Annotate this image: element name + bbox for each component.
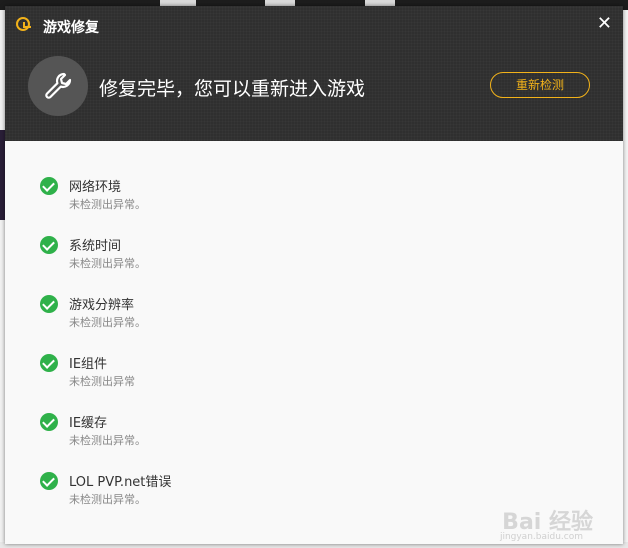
game-logo-icon [16,17,31,31]
check-item-status: 未检测出异常。 [69,198,146,211]
recheck-button[interactable]: 重新检测 [490,72,590,98]
check-item-status: 未检测出异常 [69,375,135,388]
check-item-name: 系统时间 [69,239,122,254]
dialog-header: 游戏修复 ✕ 修复完毕，您可以重新进入游戏 重新检测 [5,6,623,141]
dialog-title: 游戏修复 [43,20,99,36]
check-item-status: 未检测出异常。 [69,316,146,329]
wrench-icon [28,56,88,116]
close-button[interactable]: ✕ [597,14,612,34]
check-circle-icon [40,295,58,313]
check-circle-icon [40,177,58,195]
check-circle-icon [40,236,58,254]
check-circle-icon [40,472,58,490]
check-circle-icon [40,354,58,372]
check-item-status: 未检测出异常。 [69,434,146,447]
watermark-url: jingyan.baidu.com [499,532,583,542]
check-item-status: 未检测出异常。 [69,493,146,506]
check-item-name: LOL PVP.net错误 [69,475,172,490]
check-item-name: 网络环境 [69,180,122,195]
game-repair-dialog: 游戏修复 ✕ 修复完毕，您可以重新进入游戏 重新检测 网络环境 未检测出异常。 … [5,6,623,544]
result-headline: 修复完毕，您可以重新进入游戏 [99,78,366,100]
check-item-name: 游戏分辨率 [69,298,135,313]
title-bar[interactable]: 游戏修复 ✕ [5,6,623,44]
check-item-name: IE组件 [69,357,108,372]
check-item-name: IE缓存 [69,416,108,431]
check-circle-icon [40,413,58,431]
check-item-status: 未检测出异常。 [69,257,146,270]
